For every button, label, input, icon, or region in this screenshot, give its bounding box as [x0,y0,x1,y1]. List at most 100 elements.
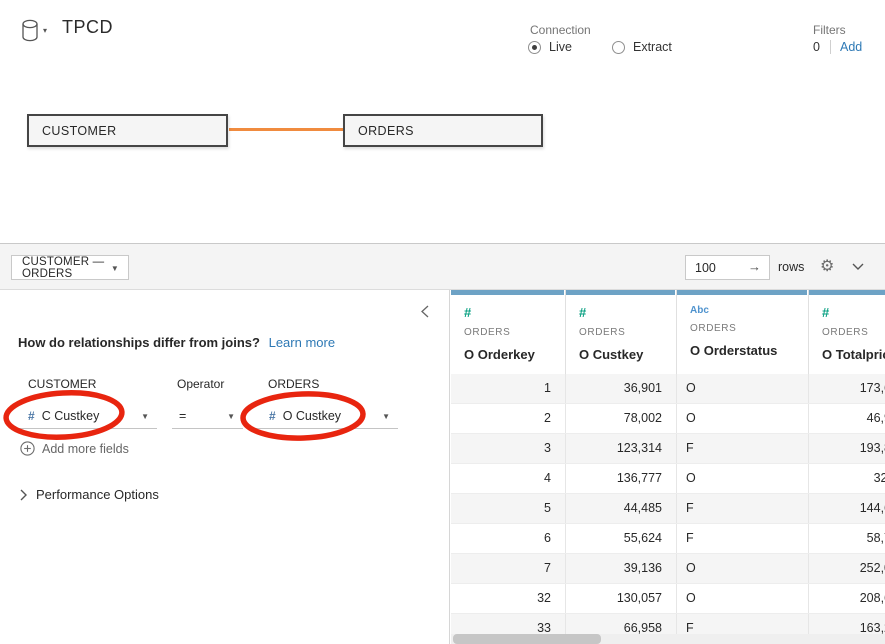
chevron-down-icon: ▼ [111,264,119,273]
grid-cell: 39,136 [566,554,677,583]
horizontal-scrollbar-thumb[interactable] [453,634,601,644]
grid-row: 278,002O46,9 [451,404,885,434]
radio-extract-label: Extract [633,40,672,54]
operator-label: Operator [177,377,224,391]
column-header-o-custkey[interactable]: # ORDERS O Custkey [566,290,677,374]
grid-row: 739,136O252,0 [451,554,885,584]
chevron-down-icon: ▼ [227,412,235,421]
radio-live-button[interactable] [528,41,541,54]
grid-cell: 3 [451,434,566,463]
column-field-name: O Orderkey [464,347,565,362]
right-field-dropdown[interactable]: # O Custkey ▼ [248,403,398,429]
grid-cell: 6 [451,524,566,553]
gear-icon[interactable]: ⚙ [820,256,834,276]
rows-label: rows [778,260,804,274]
learn-more-link[interactable]: Learn more [269,335,335,350]
operator-dropdown[interactable]: = ▼ [172,403,243,429]
add-more-fields-label: Add more fields [42,442,129,456]
grid-cell: 36,901 [566,374,677,403]
grid-cell: O [677,554,809,583]
grid-header-row: #ORDERSO Orderkey # ORDERS O CustkeyAbcORDE… [451,290,885,374]
grid-cell: 55,624 [566,524,677,553]
left-field-value: C Custkey [42,409,100,423]
apply-row-count-arrow-icon[interactable]: → [748,259,761,274]
relationship-noodle[interactable] [229,128,343,131]
right-table-label: ORDERS [268,377,319,391]
grid-cell: 58,7 [809,524,885,553]
filters-label: Filters [813,23,846,37]
grid-cell: F [677,434,809,463]
column-field-name: O Totalprice [822,347,885,362]
connection-label: Connection [530,23,591,37]
column-header-o-orderstatus[interactable]: AbcORDERSO Orderstatus [677,290,809,374]
grid-cell: 32 [451,584,566,613]
canvas-table-customer[interactable]: CUSTOMER [27,114,228,147]
grid-cell: 7 [451,554,566,583]
row-count-field: → [685,255,770,280]
left-field-dropdown[interactable]: # C Custkey ▼ [18,403,157,429]
number-type-icon: # [28,409,35,423]
column-accent-bar [451,290,564,295]
plus-circle-icon [20,441,35,456]
grid-cell: 193,8 [809,434,885,463]
grid-cell: 208,6 [809,584,885,613]
grid-cell: 1 [451,374,566,403]
grid-cell: 44,485 [566,494,677,523]
add-more-fields-button[interactable]: Add more fields [20,441,129,456]
radio-live-label: Live [549,40,572,54]
relationship-selector[interactable]: CUSTOMER — ORDERS ▼ [11,255,129,280]
column-accent-bar [809,290,885,295]
chevron-down-icon: ▼ [141,412,149,421]
database-icon[interactable] [21,19,39,43]
grid-cell: 252,0 [809,554,885,583]
help-question: How do relationships differ from joins? [18,335,260,350]
grid-cell: F [677,494,809,523]
column-header-o-totalprice[interactable]: #ORDERSO Totalprice [809,290,885,374]
grid-cell: 5 [451,494,566,523]
grid-row: 4136,777O32, [451,464,885,494]
column-header-o-orderkey[interactable]: #ORDERSO Orderkey [451,290,566,374]
performance-options-toggle[interactable]: Performance Options [20,487,159,502]
collapse-panel-chevron-icon[interactable] [421,305,429,318]
radio-live[interactable]: Live [528,40,572,54]
row-count-input[interactable] [686,256,741,279]
column-field-name: O Orderstatus [690,343,808,358]
data-source-page: ▾ TPCD Connection Live Extract Filters 0… [0,0,885,644]
grid-row: 544,485F144,6 [451,494,885,524]
grid-cell: 4 [451,464,566,493]
grid-cell: 2 [451,404,566,433]
grid-cell: 173,6 [809,374,885,403]
grid-cell: 32, [809,464,885,493]
radio-extract-button[interactable] [612,41,625,54]
database-menu-caret-icon[interactable]: ▾ [43,26,47,35]
filters-divider [830,40,831,54]
page-title: TPCD [62,17,113,38]
radio-extract[interactable]: Extract [612,40,672,54]
grid-cell: 123,314 [566,434,677,463]
data-grid: #ORDERSO Orderkey # ORDERS O CustkeyAbcORDE… [451,290,885,644]
filters-count: 0 [813,40,820,54]
column-field-name: O Custkey [579,347,676,362]
grid-row: 136,901O173,6 [451,374,885,404]
canvas-table-orders[interactable]: ORDERS [343,114,543,147]
relationship-panel: How do relationships differ from joins? … [0,290,450,644]
chevron-down-icon: ▼ [382,412,390,421]
data-preview-area: #ORDERSO Orderkey # ORDERS O CustkeyAbcORDE… [451,290,885,644]
number-type-icon: # [579,305,676,320]
collapse-grid-chevron-icon[interactable] [852,263,864,271]
grid-cell: O [677,374,809,403]
grid-cell: 144,6 [809,494,885,523]
column-table-name: ORDERS [579,327,676,338]
filters-add-link[interactable]: Add [840,40,862,54]
canvas-table-orders-label: ORDERS [358,124,414,138]
column-table-name: ORDERS [822,327,885,338]
column-accent-bar [677,290,807,295]
grid-row: 3123,314F193,8 [451,434,885,464]
grid-row: 32130,057O208,6 [451,584,885,614]
canvas-table-customer-label: CUSTOMER [42,124,117,138]
right-field-value: O Custkey [283,409,341,423]
grid-cell: 130,057 [566,584,677,613]
number-type-icon: # [269,409,276,423]
grid-cell: O [677,584,809,613]
left-table-label: CUSTOMER [28,377,96,391]
